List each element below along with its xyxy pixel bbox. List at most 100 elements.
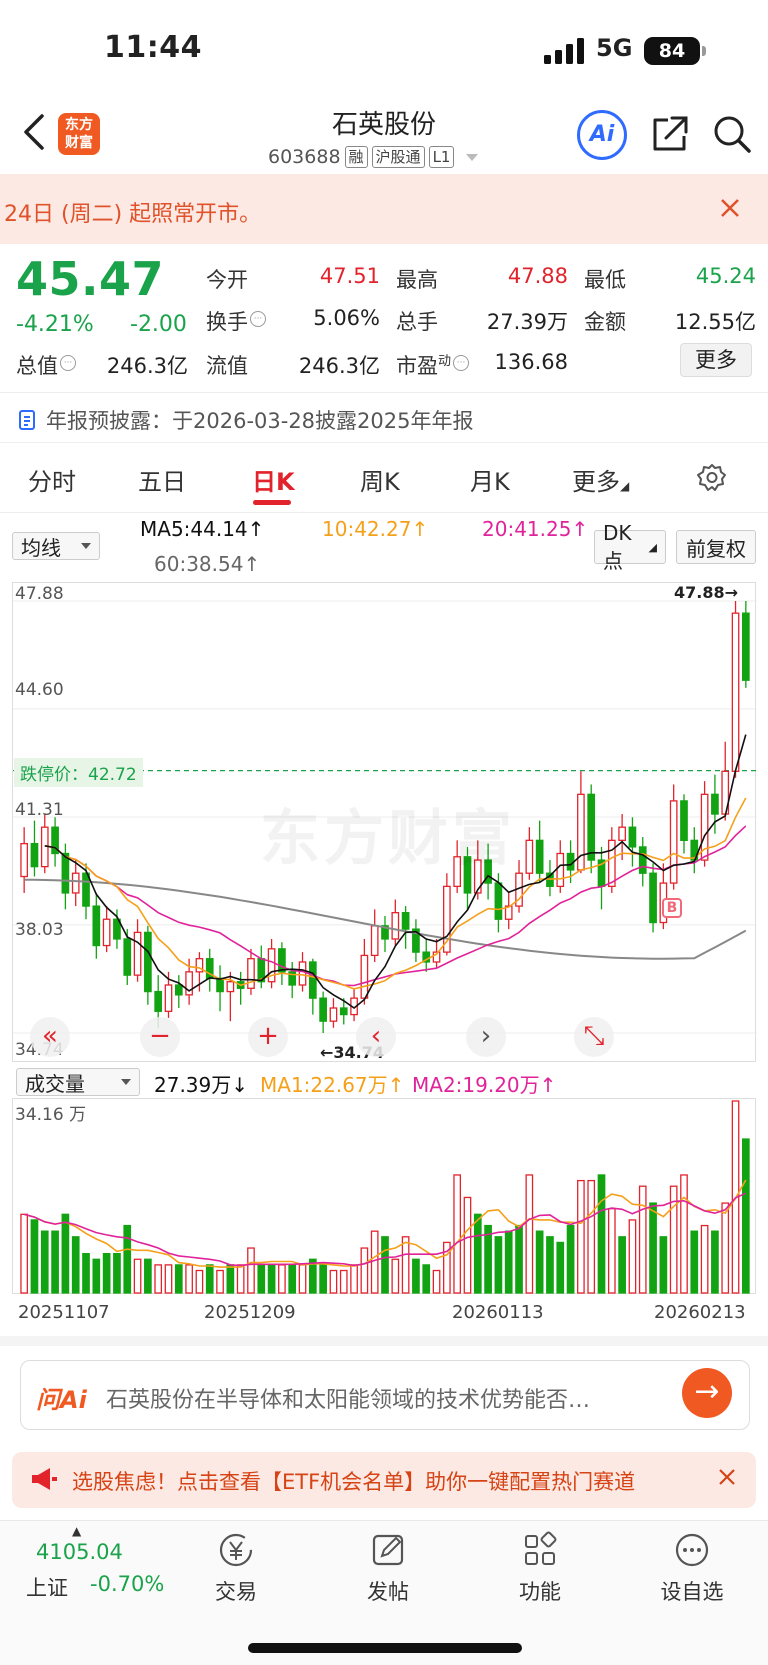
index-change: -0.70% bbox=[90, 1572, 165, 1596]
nav-trade[interactable]: 交易 bbox=[186, 1530, 286, 1606]
tab-intraday[interactable]: 分时 bbox=[28, 462, 76, 497]
announcement-row[interactable]: 年报预披露：于2026-03-28披露2025年年报 bbox=[18, 405, 473, 435]
promo-text[interactable]: 选股焦虑！点击查看【ETF机会名单】助你一键配置热门赛道 bbox=[72, 1466, 702, 1496]
stock-code-line[interactable]: 603688 融 沪股通 L1 bbox=[268, 146, 479, 168]
high-value: 47.88 bbox=[507, 264, 568, 288]
volume-bar bbox=[123, 1224, 132, 1294]
volume-bar bbox=[391, 1258, 400, 1294]
volume-bar bbox=[587, 1179, 596, 1294]
volume-bar bbox=[154, 1264, 163, 1294]
open-value: 47.51 bbox=[319, 264, 380, 288]
ask-ai-prompt[interactable]: 石英股份在半导体和太阳能领域的技术优势能否… bbox=[106, 1382, 590, 1414]
float-value: 246.3亿 bbox=[298, 354, 380, 378]
volume-bar bbox=[381, 1236, 389, 1294]
volume-bar bbox=[329, 1269, 338, 1294]
divider bbox=[0, 392, 768, 393]
volume-max-label: 34.16 万 bbox=[15, 1105, 87, 1125]
tab-five-day[interactable]: 五日 bbox=[138, 462, 186, 497]
zoom-in-button[interactable]: + bbox=[248, 1017, 288, 1057]
volume-bar bbox=[515, 1224, 523, 1294]
volume-bar bbox=[525, 1174, 534, 1294]
x-date-label: 20251107 bbox=[18, 1302, 110, 1323]
dk-point-button[interactable]: DK点 ◢ bbox=[594, 521, 666, 573]
more-button[interactable]: 更多 bbox=[680, 343, 752, 377]
candle-body bbox=[525, 839, 534, 874]
volume-bar bbox=[721, 1202, 730, 1294]
tab-monthly-k[interactable]: 月K bbox=[470, 462, 510, 497]
close-icon[interactable] bbox=[718, 196, 742, 220]
nav-post[interactable]: 发帖 bbox=[338, 1530, 438, 1606]
volume-chart[interactable] bbox=[12, 1098, 756, 1294]
ma60-value: 60:38.54↑ bbox=[154, 552, 261, 576]
fullscreen-button[interactable]: ⤡ bbox=[574, 1017, 614, 1057]
scroll-right-button[interactable]: › bbox=[466, 1017, 506, 1057]
search-icon[interactable] bbox=[712, 114, 752, 154]
tab-weekly-k[interactable]: 周K bbox=[360, 462, 400, 497]
candle-body bbox=[174, 984, 183, 996]
candle-body bbox=[587, 793, 596, 861]
volume-bar bbox=[40, 1230, 49, 1294]
nav-functions[interactable]: 功能 bbox=[490, 1530, 590, 1606]
volume-bar bbox=[535, 1230, 544, 1294]
tab-more[interactable]: 更多◢ bbox=[572, 462, 629, 497]
limit-down-label: 跌停价：42.72 bbox=[14, 758, 143, 787]
tab-daily-k[interactable]: 日K bbox=[252, 462, 295, 497]
buy-signal-marker[interactable]: B bbox=[662, 898, 682, 918]
expand-up-icon[interactable]: ▲ bbox=[72, 1524, 81, 1538]
share-icon[interactable] bbox=[650, 114, 690, 154]
watermark-text: 东方财富 bbox=[260, 804, 516, 874]
volume-bar bbox=[288, 1264, 297, 1294]
y-tick-label: 41.31 bbox=[15, 800, 64, 820]
index-value[interactable]: 4105.04 bbox=[36, 1540, 123, 1564]
info-icon[interactable]: ··· bbox=[60, 355, 76, 371]
volume-bar bbox=[546, 1236, 554, 1294]
active-tab-indicator bbox=[253, 500, 291, 505]
candle-body bbox=[123, 938, 132, 976]
volume-bar bbox=[144, 1258, 152, 1294]
volume-bar bbox=[484, 1224, 492, 1294]
volume-bar bbox=[51, 1230, 59, 1294]
volume-bar bbox=[700, 1224, 709, 1294]
level-tag: L1 bbox=[428, 146, 455, 168]
adjust-button[interactable]: 前复权 bbox=[676, 530, 756, 564]
scroll-far-left-button[interactable]: « bbox=[30, 1017, 70, 1057]
ai-button[interactable]: Ai bbox=[577, 110, 627, 160]
volume-bar bbox=[597, 1174, 606, 1294]
volume-bar bbox=[638, 1185, 647, 1294]
info-icon[interactable]: ··· bbox=[453, 355, 470, 371]
info-icon[interactable]: ··· bbox=[250, 311, 266, 327]
amount-label: 金额 bbox=[584, 310, 626, 334]
volume-bar bbox=[247, 1247, 255, 1294]
candle-body bbox=[20, 842, 29, 878]
change-amount: -2.00 bbox=[130, 312, 187, 337]
zoom-out-button[interactable]: − bbox=[140, 1017, 180, 1057]
volume-bar bbox=[690, 1230, 699, 1294]
float-label: 流值 bbox=[206, 354, 248, 378]
volume-svg bbox=[20, 1100, 750, 1294]
candle-body bbox=[247, 958, 255, 989]
volume-bar bbox=[278, 1264, 286, 1294]
ma10-value: 10:42.27↑ bbox=[322, 517, 429, 541]
volume-bar bbox=[350, 1264, 358, 1294]
close-icon[interactable] bbox=[716, 1466, 738, 1488]
scroll-left-button[interactable]: ‹ bbox=[356, 1017, 396, 1057]
volume-bar bbox=[113, 1253, 121, 1294]
battery-icon: 84 bbox=[644, 37, 706, 65]
margin-tag: 融 bbox=[344, 146, 368, 168]
nav-watchlist[interactable]: 设自选 bbox=[642, 1530, 742, 1606]
gear-icon[interactable] bbox=[696, 462, 728, 494]
mktcap-value: 246.3亿 bbox=[106, 354, 188, 378]
volume-bar bbox=[195, 1269, 204, 1294]
indicator-select[interactable]: 均线 bbox=[12, 532, 100, 560]
candle-body bbox=[711, 793, 719, 815]
arrow-right-icon[interactable]: → bbox=[682, 1368, 732, 1418]
volume-bar bbox=[370, 1230, 379, 1294]
volume-bar bbox=[711, 1230, 719, 1294]
candle-body bbox=[607, 839, 616, 888]
divider bbox=[0, 512, 768, 513]
candle-body bbox=[535, 839, 544, 874]
section-gap bbox=[0, 1336, 768, 1346]
index-name[interactable]: 上证 bbox=[26, 1572, 68, 1602]
volume-indicator-select[interactable]: 成交量 bbox=[16, 1068, 140, 1096]
volume-bar bbox=[185, 1264, 193, 1294]
